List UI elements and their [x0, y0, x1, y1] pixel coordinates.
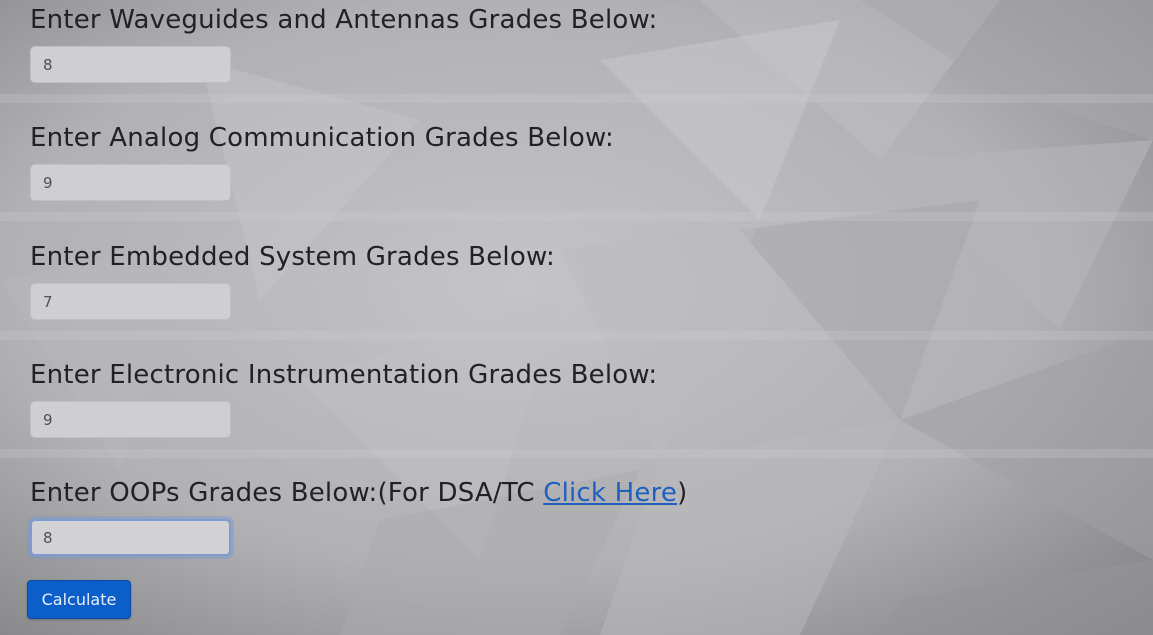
waveguides-label: Enter Waveguides and Antennas Grades Bel…	[30, 5, 658, 35]
analog-communication-field-group: Enter Analog Communication Grades Below:	[30, 123, 614, 201]
embedded-system-grade-input[interactable]	[30, 283, 231, 320]
waveguides-grade-input[interactable]	[30, 46, 231, 83]
analog-communication-grade-input[interactable]	[30, 164, 231, 201]
grades-form: Enter Waveguides and Antennas Grades Bel…	[0, 0, 1153, 635]
dsa-tc-link[interactable]: Click Here	[543, 478, 677, 508]
analog-communication-label: Enter Analog Communication Grades Below:	[30, 123, 614, 153]
electronic-instrumentation-label: Enter Electronic Instrumentation Grades …	[30, 360, 658, 390]
oops-field-group: Enter OOPs Grades Below:(For DSA/TC Clic…	[30, 478, 687, 556]
embedded-system-label: Enter Embedded System Grades Below:	[30, 242, 555, 272]
waveguides-field-group: Enter Waveguides and Antennas Grades Bel…	[30, 5, 658, 83]
electronic-instrumentation-grade-input[interactable]	[30, 401, 231, 438]
oops-label: Enter OOPs Grades Below:(For DSA/TC Clic…	[30, 478, 687, 508]
electronic-instrumentation-field-group: Enter Electronic Instrumentation Grades …	[30, 360, 658, 438]
oops-label-close: )	[677, 478, 688, 508]
oops-label-text: Enter OOPs Grades Below:(For DSA/TC	[30, 478, 544, 508]
embedded-system-field-group: Enter Embedded System Grades Below:	[30, 242, 555, 320]
calculate-button[interactable]: Calculate	[27, 580, 131, 619]
oops-grade-input[interactable]	[30, 519, 231, 556]
